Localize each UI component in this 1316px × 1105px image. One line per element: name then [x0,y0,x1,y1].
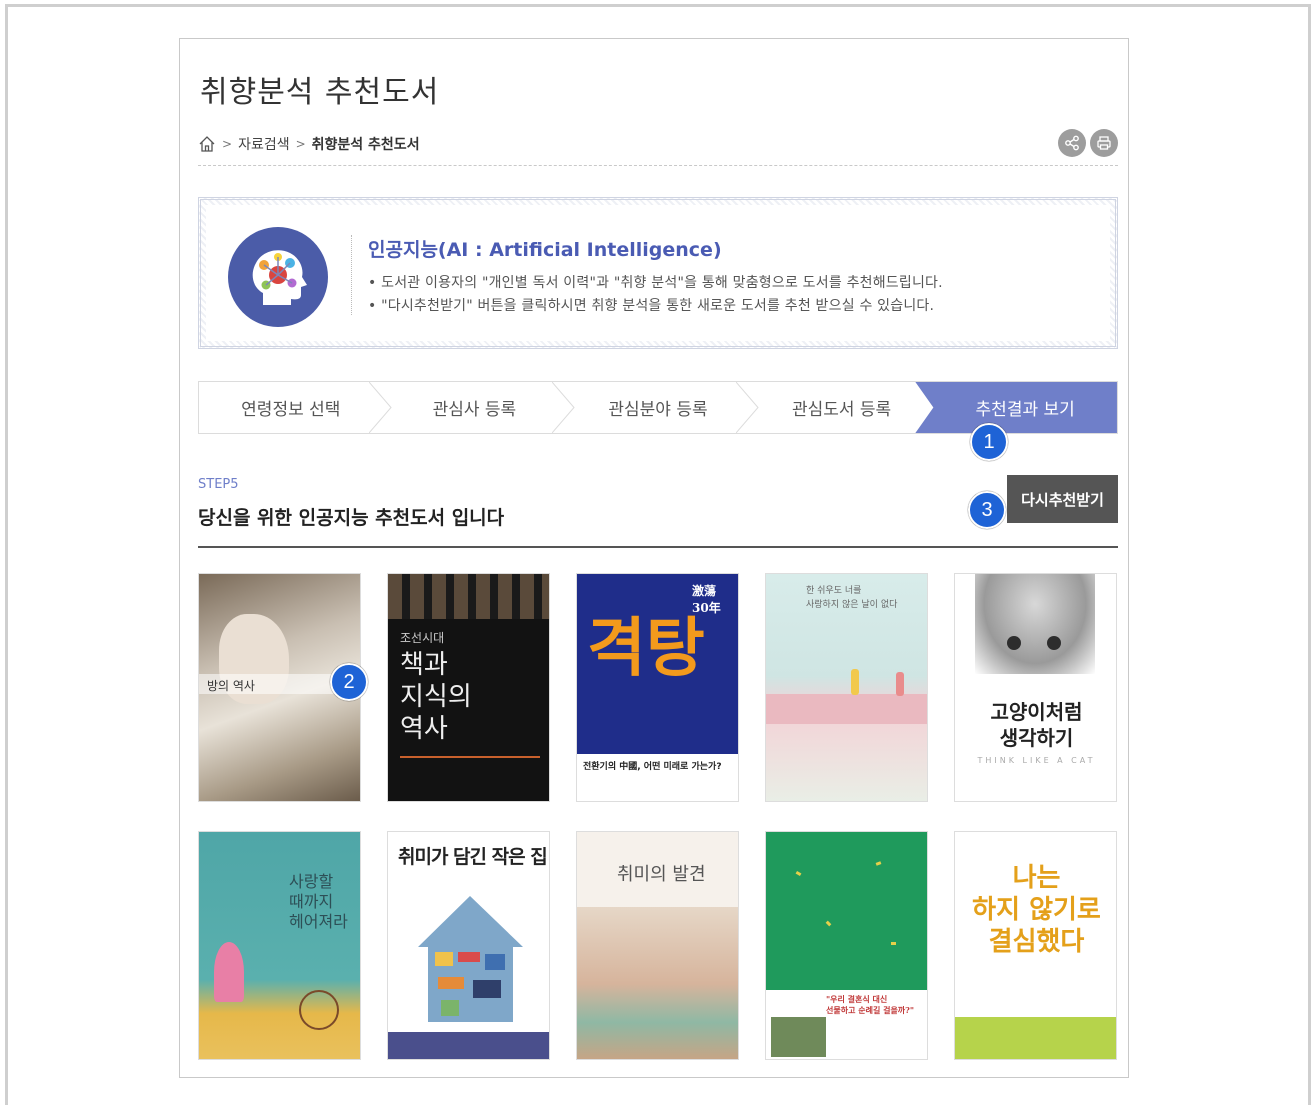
step-label: 관심사 등록 [432,400,517,420]
book-title: "우리 결혼식 대신 선물하고 순례길 걸을까?" [826,994,915,1015]
share-icon [1065,135,1079,151]
print-button[interactable] [1090,129,1118,157]
step-book[interactable]: 관심도서 등록 [750,382,934,433]
breadcrumb-separator: > [222,137,233,151]
book-title: 책과 지식의 역사 [400,650,472,744]
book-title: 취미가 담긴 작은 집 [398,846,548,868]
annotation-badge-2: 2 [330,663,368,701]
book-tagline: 전환기의 中國, 어떤 미래로 가는가? [583,762,722,772]
ai-description-line: • 도서관 이용자의 "개인별 독서 이력"과 "취향 분석"을 통해 맞춤형으… [368,275,943,291]
annotation-badge-3: 3 [968,491,1006,529]
book-cover[interactable]: 취미의 발견 [576,831,739,1060]
step-label: 추천결과 보기 [975,400,1075,420]
breadcrumb-current: 취향분석 추천도서 [311,137,420,153]
ai-intro-box: 인공지능(AI : Artificial Intelligence) • 도서관… [198,197,1118,349]
breadcrumb: > 자료검색 > 취향분석 추천도서 [198,133,420,155]
page-title: 취향분석 추천도서 [200,75,440,110]
book-title: 나는 하지 않기로 결심했다 [972,863,1101,957]
book-cover[interactable]: "우리 결혼식 대신 선물하고 순례길 걸을까?" [765,831,928,1060]
book-cover[interactable]: 고양이처럼 생각하기 THINK LIKE A CAT [954,573,1117,802]
step-arrow [552,382,575,433]
book-cover[interactable]: 나는 하지 않기로 결심했다 [954,831,1117,1060]
book-tagline: THINK LIKE A CAT [977,756,1096,765]
breadcrumb-link-search[interactable]: 자료검색 [238,134,290,154]
ai-divider [351,235,352,315]
ai-heading: 인공지능(AI : Artificial Intelligence) [368,239,722,261]
step-number: STEP5 [198,477,239,492]
book-cover[interactable]: 한 쉬우도 너를 사랑하지 않은 날이 없다 [765,573,928,802]
book-title: 방의 역사 [207,679,255,693]
share-button[interactable] [1058,129,1086,157]
book-title: 취미의 발견 [617,864,706,885]
content-panel: 취향분석 추천도서 > 자료검색 > 취향분석 추천도서 인공지능(AI: A… [179,38,1129,1078]
page-actions [1058,129,1118,157]
step-interest[interactable]: 관심사 등록 [383,382,575,433]
step-arrow [735,382,759,433]
book-cover[interactable]: 조선시대 책과 지식의 역사 [387,573,550,802]
ai-head-icon [228,227,328,327]
step-arrow [368,382,392,433]
breadcrumb-separator: > [295,137,306,151]
step-age[interactable]: 연령정보 선택 [199,382,392,433]
ai-description-line: • "다시추천받기" 버튼을 클릭하시면 취향 분석을 통한 새로운 도서를 추… [368,298,935,314]
step-label: 관심도서 등록 [791,400,892,420]
section-rule [198,546,1118,548]
book-title: 한 쉬우도 너를 사랑하지 않은 날이 없다 [806,586,898,610]
book-title: 고양이처럼 생각하기 [990,700,1083,750]
step-field[interactable]: 관심분야 등록 [566,382,759,433]
book-subtitle: 조선시대 [400,631,445,645]
annotation-badge-1: 1 [970,423,1008,461]
book-cover[interactable]: 사랑할 때까지 헤어져라 [198,831,361,1060]
book-cover[interactable]: 激蕩 30年 격탕 전환기의 中國, 어떤 미래로 가는가? [576,573,739,802]
house-illustration [418,896,523,1022]
section-title: 당신을 위한 인공지능 추천도서 입니다 [198,507,505,529]
home-icon[interactable] [198,135,216,153]
title-divider [198,165,1118,166]
step-label: 관심분야 등록 [608,400,708,420]
book-title: 사랑할 때까지 헤어져라 [289,872,348,931]
retry-recommendation-button[interactable]: 다시추천받기 [1007,475,1118,523]
book-title: 격탕 [587,611,705,686]
step-result[interactable]: 추천결과 보기 [915,382,1117,433]
step-label: 연령정보 선택 [241,400,341,420]
print-icon [1097,136,1111,150]
book-cover[interactable]: 취미가 담긴 작은 집 [387,831,550,1060]
